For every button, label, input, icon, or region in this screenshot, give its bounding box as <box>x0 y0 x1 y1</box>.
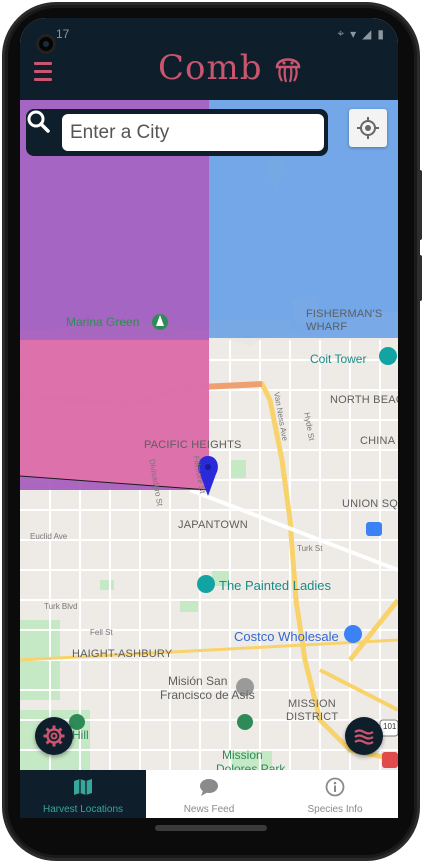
chat-bubble-icon <box>200 779 218 796</box>
park-lafayette <box>230 460 246 478</box>
home-indicator[interactable] <box>155 825 267 831</box>
label-painted-ladies: The Painted Ladies <box>219 578 332 593</box>
location-pin-dot <box>205 464 211 470</box>
label-turk-west: Turk Blvd <box>44 602 78 611</box>
settings-button[interactable] <box>35 717 73 755</box>
label-chinatown: CHINA <box>360 435 396 447</box>
label-japantown: JAPANTOWN <box>178 519 248 531</box>
tab-label-harvest: Harvest Locations <box>42 804 124 815</box>
info-icon <box>325 777 345 797</box>
label-route-101: 101 <box>383 722 397 731</box>
tab-news-feed[interactable]: News Feed <box>146 770 272 818</box>
volume-button <box>418 170 422 240</box>
label-mission-district-2: DISTRICT <box>286 711 339 723</box>
label-hill: Hill <box>72 728 89 742</box>
shopping-poi-icon[interactable] <box>344 625 362 643</box>
wifi-icon: ▾ <box>350 26 357 41</box>
label-mission-dolores-1: Mission <box>222 748 263 762</box>
label-north-beach: NORTH BEAC <box>330 394 398 406</box>
label-pacific-heights: PACIFIC HEIGHTS <box>144 439 242 451</box>
waves-icon <box>354 729 374 745</box>
app-title-group: Comb <box>158 48 303 88</box>
hamburger-menu-icon[interactable] <box>32 62 58 84</box>
label-costco: Costco Wholesale <box>234 629 339 644</box>
search-icon[interactable] <box>26 109 50 133</box>
zone-pink[interactable] <box>20 340 209 490</box>
label-fishermans-wharf: FISHERMAN'S WHARF <box>306 308 383 333</box>
gear-icon <box>43 725 65 747</box>
status-time: 17 <box>56 27 70 41</box>
map-canvas <box>20 100 398 770</box>
label-haight-ashbury: HAIGHT-ASHBURY <box>72 648 173 660</box>
label-euclid: Euclid Ave <box>30 532 68 541</box>
painted-ladies-poi-icon[interactable] <box>197 575 215 593</box>
city-search-input[interactable] <box>62 114 324 151</box>
status-icons: ⌖ ▾ ◢ ▮ <box>337 26 384 41</box>
my-location-icon <box>357 117 379 139</box>
jellyfish-icon <box>275 58 300 83</box>
search-bar <box>26 109 328 156</box>
dolores-tree-icon[interactable] <box>237 714 253 730</box>
label-mission-dolores-2: Dolores Park <box>216 762 286 770</box>
app-title: Comb <box>158 48 263 88</box>
tab-label-news: News Feed <box>183 804 235 815</box>
my-location-button[interactable] <box>349 109 387 147</box>
app-screen: Marina Green FISHERMAN'S WHARF Coit Towe… <box>20 18 398 818</box>
phone-frame: Marina Green FISHERMAN'S WHARF Coit Towe… <box>0 0 422 863</box>
label-mision-line2: Francisco de Asís <box>160 688 255 702</box>
bottom-navigation: Harvest Locations News Feed Species Info <box>20 770 398 818</box>
park-small-2 <box>100 580 114 590</box>
front-camera <box>36 34 56 54</box>
status-bar: 17 ⌖ ▾ ◢ ▮ <box>20 18 398 48</box>
label-marina-green: Marina Green <box>66 315 140 329</box>
tab-harvest-locations[interactable]: Harvest Locations <box>20 770 146 818</box>
label-mission-district-1: MISSION <box>288 698 336 710</box>
park-small-1 <box>180 600 198 612</box>
power-button <box>418 255 422 301</box>
map-icon <box>74 779 92 795</box>
label-fell: Fell St <box>90 628 113 637</box>
label-turk-east: Turk St <box>297 544 323 553</box>
transit-icon[interactable] <box>366 522 382 536</box>
landmark-poi-icon[interactable] <box>379 347 397 365</box>
tab-label-species: Species Info <box>307 804 363 815</box>
label-mision-line1: Misión San <box>168 674 228 688</box>
signal-icon: ◢ <box>362 26 372 41</box>
tab-species-info[interactable]: Species Info <box>272 770 398 818</box>
app-bar: 17 ⌖ ▾ ◢ ▮ Comb <box>20 18 398 100</box>
battery-icon: ▮ <box>377 26 384 41</box>
label-union-square: UNION SQ <box>342 498 398 510</box>
location-status-icon: ⌖ <box>337 26 345 40</box>
hospital-icon[interactable] <box>382 752 398 768</box>
label-coit-tower: Coit Tower <box>310 352 367 366</box>
layers-button[interactable] <box>345 717 383 755</box>
map-view[interactable]: Marina Green FISHERMAN'S WHARF Coit Towe… <box>20 100 398 770</box>
